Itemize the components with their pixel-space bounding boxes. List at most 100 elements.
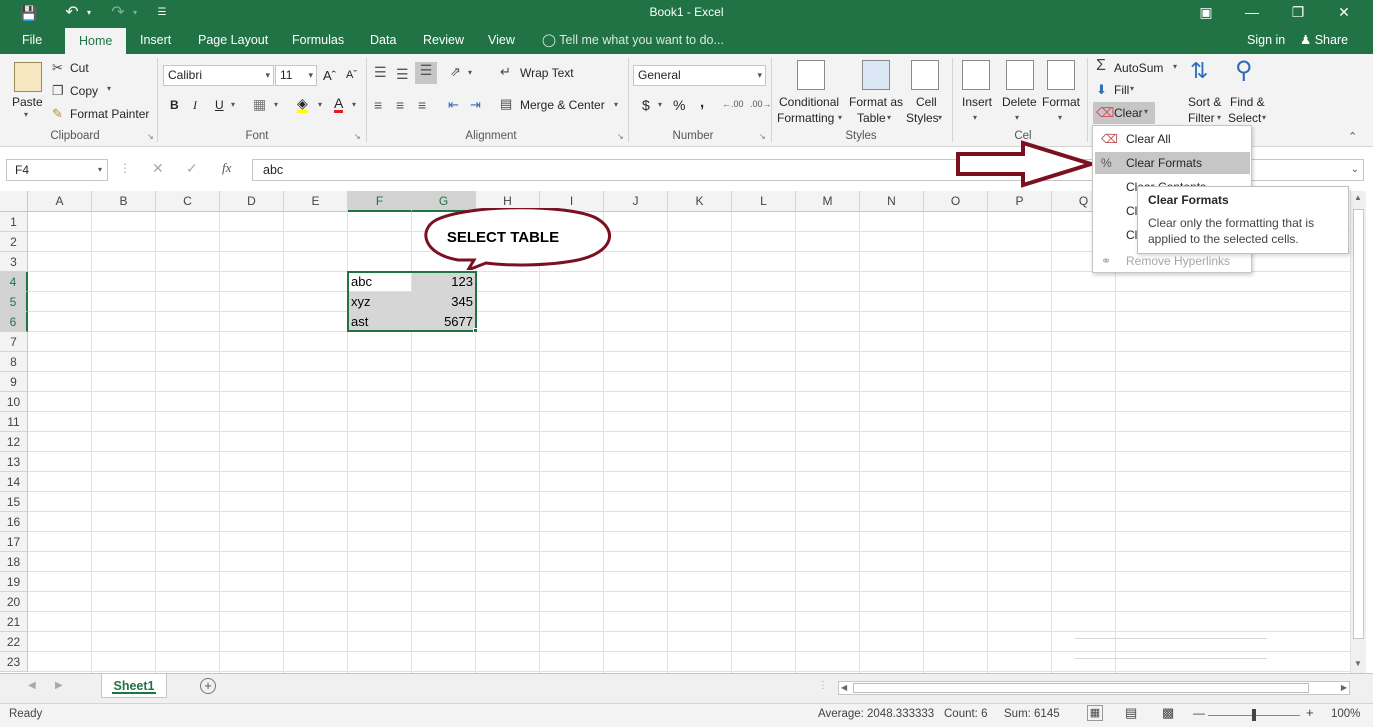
zoom-out-icon[interactable]: —: [1193, 706, 1205, 720]
cell-styles-label-1[interactable]: Cell: [916, 95, 937, 109]
column-header-b[interactable]: B: [92, 191, 156, 212]
scroll-right-icon[interactable]: ▶: [1341, 682, 1347, 694]
chevron-down-icon[interactable]: ▾: [1015, 113, 1019, 122]
orientation-icon[interactable]: ⇗: [450, 64, 461, 80]
row-header-15[interactable]: 15: [0, 492, 28, 512]
add-sheet-icon[interactable]: +: [200, 678, 216, 694]
underline-dropdown-icon[interactable]: ▾: [231, 100, 235, 109]
column-header-f[interactable]: F: [348, 191, 412, 212]
format-as-table-label-1[interactable]: Format as: [849, 95, 903, 109]
number-launcher-icon[interactable]: ↘: [759, 132, 766, 141]
row-header-12[interactable]: 12: [0, 432, 28, 452]
fill-dropdown-icon[interactable]: ▾: [1130, 84, 1134, 93]
column-header-n[interactable]: N: [860, 191, 924, 212]
row-header-22[interactable]: 22: [0, 632, 28, 652]
paste-button[interactable]: Paste: [12, 95, 43, 109]
chevron-down-icon[interactable]: ▾: [1262, 113, 1266, 122]
merge-center-button[interactable]: Merge & Center: [520, 98, 605, 112]
row-header-17[interactable]: 17: [0, 532, 28, 552]
copy-button[interactable]: Copy: [70, 84, 98, 98]
row-header-13[interactable]: 13: [0, 452, 28, 472]
cut-button[interactable]: Cut: [70, 61, 89, 75]
page-break-view-icon[interactable]: ▩: [1162, 705, 1174, 721]
share-button[interactable]: ♟ Share: [1300, 26, 1348, 54]
currency-button[interactable]: $: [642, 97, 650, 113]
zoom-in-icon[interactable]: +: [1306, 705, 1314, 720]
bold-button[interactable]: B: [170, 98, 179, 112]
format-cells-button[interactable]: Format: [1042, 95, 1080, 109]
column-header-l[interactable]: L: [732, 191, 796, 212]
sort-filter-label-1[interactable]: Sort &: [1188, 95, 1221, 109]
currency-dropdown-icon[interactable]: ▾: [658, 100, 662, 109]
orientation-dropdown-icon[interactable]: ▾: [468, 68, 472, 77]
scroll-thumb[interactable]: [1353, 209, 1364, 639]
align-left-icon[interactable]: ≡: [374, 97, 382, 113]
underline-button[interactable]: U: [215, 98, 224, 112]
number-format-combo[interactable]: General ▾: [633, 65, 766, 86]
tab-data[interactable]: Data: [370, 26, 396, 54]
merge-dropdown-icon[interactable]: ▾: [614, 100, 618, 109]
row-header-8[interactable]: 8: [0, 352, 28, 372]
format-painter-button[interactable]: Format Painter: [70, 107, 149, 121]
normal-view-icon[interactable]: ▦: [1087, 705, 1103, 721]
chevron-down-icon[interactable]: ▾: [973, 113, 977, 122]
autosum-button[interactable]: AutoSum: [1114, 61, 1163, 75]
column-header-d[interactable]: D: [220, 191, 284, 212]
find-select-label-1[interactable]: Find &: [1230, 95, 1265, 109]
row-header-6[interactable]: 6: [0, 312, 28, 332]
row-header-5[interactable]: 5: [0, 292, 28, 312]
increase-indent-icon[interactable]: ⇥: [470, 97, 481, 113]
ribbon-display-options-icon[interactable]: ▣: [1183, 0, 1229, 26]
zoom-level[interactable]: 100%: [1331, 708, 1360, 720]
chevron-down-icon[interactable]: ▾: [838, 113, 842, 122]
paste-icon[interactable]: [14, 62, 42, 92]
column-header-a[interactable]: A: [28, 191, 92, 212]
tab-review[interactable]: Review: [423, 26, 464, 54]
column-header-p[interactable]: P: [988, 191, 1052, 212]
cell-styles-label-2[interactable]: Styles: [906, 111, 939, 125]
fill-color-icon[interactable]: ◈: [297, 96, 308, 113]
expand-formula-bar-icon[interactable]: ⌄: [1351, 160, 1359, 180]
middle-align-icon[interactable]: ☰: [396, 66, 409, 83]
column-header-e[interactable]: E: [284, 191, 348, 212]
column-header-k[interactable]: K: [668, 191, 732, 212]
chevron-down-icon[interactable]: ▾: [1058, 113, 1062, 122]
column-header-m[interactable]: M: [796, 191, 860, 212]
row-header-14[interactable]: 14: [0, 472, 28, 492]
increase-font-icon[interactable]: Aˆ: [323, 68, 336, 83]
increase-decimal-icon[interactable]: ←.00: [722, 99, 744, 109]
find-select-label-2[interactable]: Select: [1228, 111, 1261, 125]
percent-button[interactable]: %: [673, 97, 685, 113]
align-center-icon[interactable]: ≡: [396, 97, 404, 113]
format-as-table-label-2[interactable]: Table: [857, 111, 886, 125]
horizontal-scroll-thumb[interactable]: [853, 683, 1309, 693]
row-header-10[interactable]: 10: [0, 392, 28, 412]
collapse-ribbon-icon[interactable]: ⌃: [1348, 130, 1357, 143]
fill-button[interactable]: Fill: [1114, 83, 1129, 97]
font-color-dropdown-icon[interactable]: ▾: [352, 100, 356, 109]
row-header-4[interactable]: 4: [0, 272, 28, 292]
decrease-decimal-icon[interactable]: .00→: [750, 99, 772, 109]
align-right-icon[interactable]: ≡: [418, 97, 426, 113]
name-box[interactable]: F4 ▾: [6, 159, 108, 181]
tab-home[interactable]: Home: [65, 28, 127, 54]
alignment-launcher-icon[interactable]: ↘: [617, 132, 624, 141]
next-sheet-icon[interactable]: ▶: [55, 680, 63, 691]
scroll-up-icon[interactable]: ▲: [1354, 193, 1362, 202]
sort-filter-label-2[interactable]: Filter: [1188, 111, 1215, 125]
delete-cells-button[interactable]: Delete: [1002, 95, 1037, 109]
decrease-indent-icon[interactable]: ⇤: [448, 97, 459, 113]
font-name-combo[interactable]: Calibri ▾: [163, 65, 274, 86]
wrap-text-button[interactable]: Wrap Text: [520, 66, 574, 80]
fill-handle[interactable]: [473, 328, 478, 333]
top-align-icon[interactable]: ☰: [374, 64, 387, 81]
tab-page-layout[interactable]: Page Layout: [198, 26, 268, 54]
clipboard-launcher-icon[interactable]: ↘: [147, 132, 154, 141]
row-header-23[interactable]: 23: [0, 652, 28, 672]
font-color-icon[interactable]: A: [334, 96, 344, 113]
select-all-corner[interactable]: [0, 191, 28, 212]
row-header-7[interactable]: 7: [0, 332, 28, 352]
row-header-11[interactable]: 11: [0, 412, 28, 432]
tab-splitter-icon[interactable]: ⋮: [818, 680, 828, 691]
borders-dropdown-icon[interactable]: ▾: [274, 100, 278, 109]
